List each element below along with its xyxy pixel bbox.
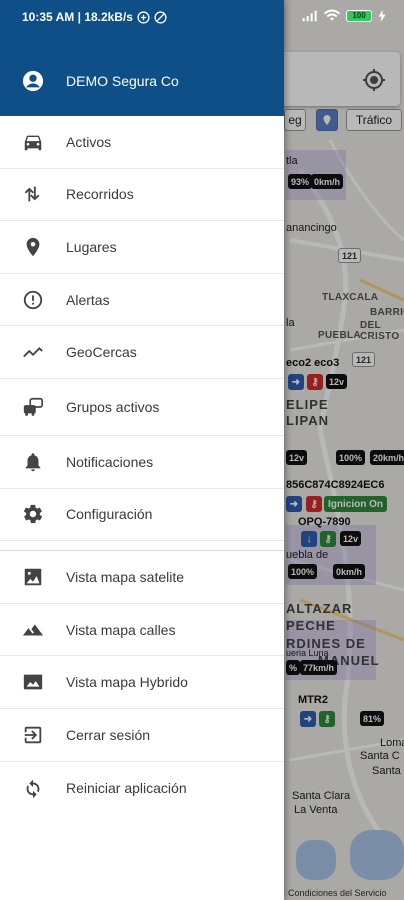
place-pin-icon xyxy=(26,237,40,257)
vehicle-group-icon xyxy=(23,397,43,416)
menu-item-label: Notificaciones xyxy=(66,453,154,470)
charging-bolt-icon xyxy=(378,9,386,22)
menu-item-label: Configuración xyxy=(66,506,153,523)
car-icon xyxy=(24,135,42,151)
status-time-speed: 10:35 AM | 18.2kB/s xyxy=(22,10,133,24)
hybrid-image-icon xyxy=(23,674,43,690)
battery-level: 100 xyxy=(352,11,366,20)
sync-icon xyxy=(137,10,150,24)
menu-item-label: Activos xyxy=(66,133,112,150)
restart-icon xyxy=(26,779,40,798)
logout-icon xyxy=(24,726,42,743)
menu-item-recorridos[interactable]: Recorridos xyxy=(0,169,284,222)
route-icon xyxy=(24,187,40,202)
menu-item-cerrar-sesion[interactable]: Cerrar sesión xyxy=(0,709,284,762)
menu-item-label: Vista mapa satelite xyxy=(66,568,185,585)
wifi-icon xyxy=(324,9,340,21)
alert-icon xyxy=(23,290,43,309)
account-circle-icon xyxy=(22,70,44,92)
menu-item-label: GeoCercas xyxy=(66,344,137,361)
menu-item-vista-calles[interactable]: Vista mapa calles xyxy=(0,604,284,657)
menu-item-grupos-activos[interactable]: Grupos activos xyxy=(0,379,284,436)
signal-icon xyxy=(302,10,317,21)
menu-item-notificaciones[interactable]: Notificaciones xyxy=(0,436,284,489)
menu-item-alertas[interactable]: Alertas xyxy=(0,274,284,327)
menu-item-label: Alertas xyxy=(66,291,110,308)
menu-item-lugares[interactable]: Lugares xyxy=(0,221,284,274)
menu-item-label: Recorridos xyxy=(66,186,134,203)
menu-item-activos[interactable]: Activos xyxy=(0,116,284,169)
status-bar: 10:35 AM | 18.2kB/s 100 xyxy=(0,0,404,36)
menu-item-vista-satelite[interactable]: Vista mapa satelite xyxy=(0,551,284,604)
menu-item-label: Reiniciar aplicación xyxy=(66,779,187,796)
gear-icon xyxy=(23,505,43,524)
menu-item-label: Vista mapa calles xyxy=(66,621,176,638)
menu-item-label: Vista mapa Hybrido xyxy=(66,674,188,691)
menu-item-vista-hybrido[interactable]: Vista mapa Hybrido xyxy=(0,656,284,709)
menu-item-configuracion[interactable]: Configuración xyxy=(0,489,284,542)
menu-item-label: Lugares xyxy=(66,238,117,255)
terrain-icon xyxy=(22,624,44,636)
drawer-menu: Activos Recorridos Lugares Alertas GeoCe… xyxy=(0,116,284,814)
navigation-drawer: DEMO Segura Co Activos Recorridos Lugare… xyxy=(0,0,284,900)
do-not-disturb-icon xyxy=(154,10,167,24)
satellite-image-icon xyxy=(24,568,42,586)
menu-item-label: Grupos activos xyxy=(66,398,160,415)
menu-item-geocercas[interactable]: GeoCercas xyxy=(0,326,284,379)
menu-item-label: Cerrar sesión xyxy=(66,726,151,743)
trending-line-icon xyxy=(23,347,43,358)
menu-item-reiniciar[interactable]: Reiniciar aplicación xyxy=(0,762,284,815)
battery-icon: 100 xyxy=(346,9,372,22)
company-name: DEMO Segura Co xyxy=(66,73,179,89)
menu-divider xyxy=(0,541,284,552)
bell-icon xyxy=(25,453,41,471)
